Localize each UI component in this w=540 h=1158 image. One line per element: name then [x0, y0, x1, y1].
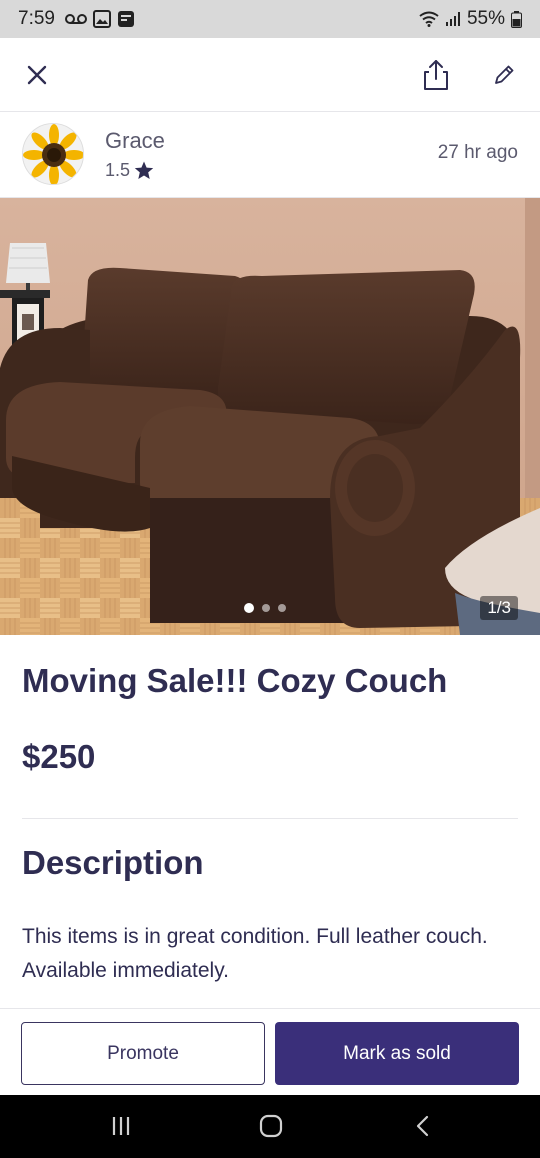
listing-photo-carousel[interactable]: 1/3 [0, 198, 540, 635]
description-text: This items is in great condition. Full l… [22, 925, 488, 982]
edit-pencil-icon [495, 65, 514, 84]
couch-photo [0, 198, 540, 635]
carousel-dot-3[interactable] [278, 604, 286, 612]
description-heading: Description [22, 844, 204, 881]
star-icon [134, 161, 154, 179]
close-button[interactable] [22, 60, 52, 90]
battery-percent: 55% [466, 8, 505, 29]
posted-time: 27 hr ago [437, 142, 518, 163]
share-icon [424, 60, 448, 90]
promote-button[interactable]: Promote [21, 1022, 265, 1085]
carousel-dot-2[interactable] [262, 604, 270, 612]
sunflower-avatar [23, 124, 83, 184]
status-time: 7:59 [18, 8, 55, 29]
signal-icon [445, 12, 460, 26]
listing-price: $250 [22, 738, 96, 775]
photo-counter: 1/3 [480, 596, 518, 620]
seller-name[interactable]: Grace [105, 128, 165, 154]
bottom-action-bar: Promote Mark as sold [0, 1008, 540, 1095]
seller-rating: 1.5 [105, 160, 154, 181]
home-button[interactable] [256, 1113, 286, 1139]
app-notification-icon [117, 11, 134, 27]
seller-header: Grace 1.5 27 hr ago [0, 112, 540, 198]
status-bar: 7:59 55% [0, 0, 540, 38]
home-icon [259, 1114, 283, 1138]
system-nav-bar [0, 1095, 540, 1158]
share-button[interactable] [420, 58, 452, 92]
seller-avatar[interactable] [22, 123, 84, 185]
listing-title: Moving Sale!!! Cozy Couch [22, 662, 448, 699]
back-button[interactable] [408, 1113, 438, 1139]
divider [22, 818, 518, 819]
edit-button[interactable] [489, 60, 519, 90]
rating-value: 1.5 [105, 160, 131, 180]
carousel-dots [244, 603, 286, 613]
top-toolbar [0, 38, 540, 112]
close-icon [27, 65, 47, 85]
mark-as-sold-button[interactable]: Mark as sold [275, 1022, 519, 1085]
carousel-dot-1[interactable] [244, 603, 254, 613]
battery-icon [511, 10, 522, 28]
wifi-icon [419, 11, 439, 27]
back-icon [416, 1115, 429, 1137]
recents-button[interactable] [106, 1113, 136, 1139]
gallery-icon [92, 10, 111, 28]
recents-icon [112, 1117, 130, 1135]
voicemail-icon [64, 14, 87, 24]
